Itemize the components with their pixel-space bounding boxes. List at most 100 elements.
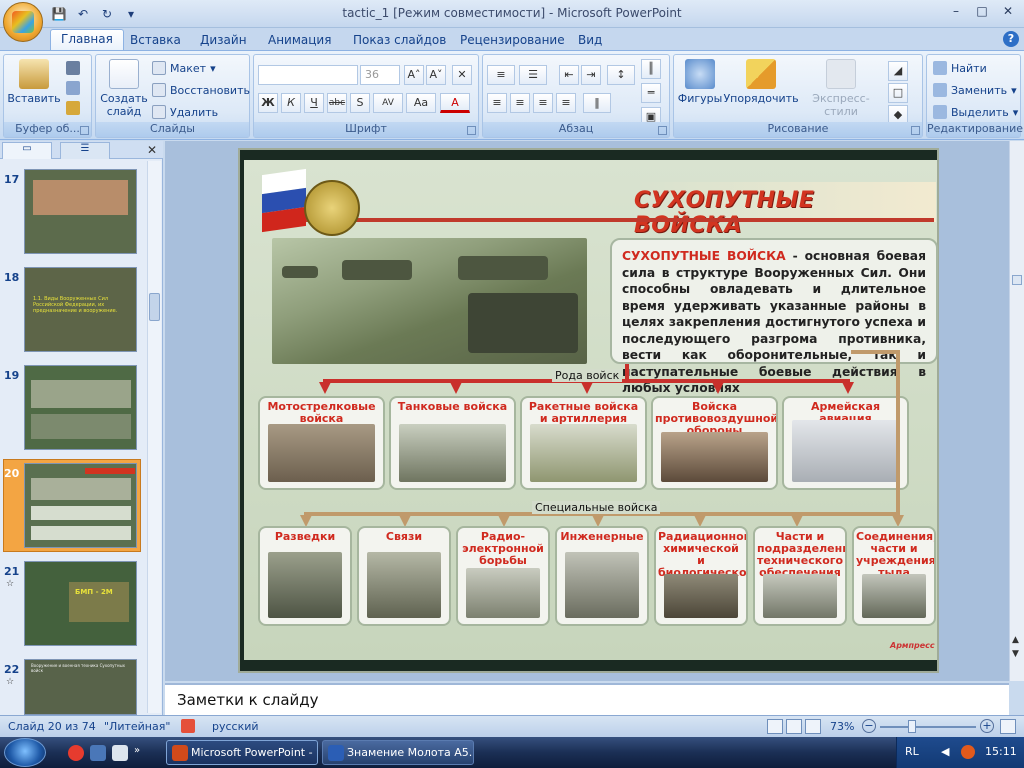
clipboard-launcher[interactable] xyxy=(80,126,89,135)
slide-title[interactable]: СУХОПУТНЫЕ ВОЙСКА xyxy=(634,188,930,238)
branch-card[interactable]: Танковые войска xyxy=(389,396,516,490)
branch-card[interactable]: Мотострелковые войска xyxy=(258,396,385,490)
arrange-button[interactable]: Упорядочить xyxy=(723,59,799,105)
fit-to-window-icon[interactable] xyxy=(1000,719,1016,734)
slide-thumbnail[interactable]: 1.1. Виды Вооруженных Сил Российской Фед… xyxy=(24,267,137,352)
justify-button[interactable]: ≡ xyxy=(556,93,576,113)
paragraph-launcher[interactable] xyxy=(658,126,667,135)
description-box[interactable]: СУХОПУТНЫЕ ВОЙСКА - основная боевая сила… xyxy=(610,238,938,395)
theme-name[interactable]: "Литейная" xyxy=(104,720,170,733)
find-button[interactable]: Найти xyxy=(933,59,987,77)
decrease-indent-button[interactable]: ⇤ xyxy=(559,65,579,85)
font-size-combo[interactable]: 36 xyxy=(360,65,400,85)
slides-tab[interactable]: ▭ xyxy=(2,142,52,159)
vk-icon[interactable] xyxy=(90,745,106,761)
change-case-button[interactable]: Aa xyxy=(406,93,436,113)
special-card[interactable]: Радио-электронной борьбы xyxy=(456,526,550,626)
layout-button[interactable]: Макет ▾ xyxy=(152,59,216,77)
special-card[interactable]: Разведки xyxy=(258,526,352,626)
next-slide-icon[interactable]: ▼ xyxy=(1012,649,1019,659)
shadow-button[interactable]: S xyxy=(350,93,370,113)
delete-slide-button[interactable]: Удалить xyxy=(152,103,218,121)
notes-pane[interactable]: Заметки к слайду xyxy=(165,683,1009,715)
clock[interactable]: 15:11 xyxy=(985,745,1017,758)
tab-review[interactable]: Рецензирование xyxy=(450,31,575,50)
text-direction-button[interactable]: ║ xyxy=(641,59,661,79)
redo-icon[interactable]: ↻ xyxy=(98,5,116,23)
language-indicator[interactable]: RL xyxy=(905,745,919,758)
normal-view-icon[interactable] xyxy=(767,719,783,734)
shape-fill-button[interactable]: ◢ xyxy=(888,61,908,81)
columns-button[interactable]: ‖ xyxy=(583,93,611,113)
network-icon[interactable] xyxy=(961,745,975,759)
shapes-button[interactable]: Фигуры xyxy=(678,59,722,105)
slides-pane-scrollbar[interactable] xyxy=(147,161,161,713)
shape-outline-button[interactable]: □ xyxy=(888,83,908,103)
opera-icon[interactable] xyxy=(68,745,84,761)
branch-card[interactable]: Войска противовоздушной обороны xyxy=(651,396,778,490)
clear-format-button[interactable]: ✕ xyxy=(452,65,472,85)
undo-icon[interactable]: ↶ xyxy=(74,5,92,23)
font-launcher[interactable] xyxy=(467,126,476,135)
tab-view[interactable]: Вид xyxy=(568,31,612,50)
scroll-thumb[interactable] xyxy=(149,293,160,321)
numbering-button[interactable]: ☰ xyxy=(519,65,547,85)
shrink-font-button[interactable]: A˅ xyxy=(426,65,446,85)
help-icon[interactable]: ? xyxy=(1003,31,1019,47)
strikethrough-button[interactable]: abc xyxy=(327,93,347,113)
bullets-button[interactable]: ≡ xyxy=(487,65,515,85)
show-desktop-icon[interactable] xyxy=(112,745,128,761)
select-button[interactable]: Выделить ▾ xyxy=(933,103,1018,121)
prev-slide-icon[interactable]: ▲ xyxy=(1012,635,1019,645)
paste-button[interactable]: Вставить xyxy=(7,59,61,105)
quick-styles-button[interactable]: Экспресс-стили xyxy=(798,59,884,118)
zoom-slider[interactable] xyxy=(880,726,976,728)
underline-button[interactable]: Ч xyxy=(304,93,324,113)
tab-animation[interactable]: Анимация xyxy=(258,31,341,50)
cut-button[interactable] xyxy=(66,59,80,77)
special-card[interactable]: Инженерные xyxy=(555,526,649,626)
increase-indent-button[interactable]: ⇥ xyxy=(581,65,601,85)
taskbar-powerpoint[interactable]: Microsoft PowerPoint - ... xyxy=(166,740,318,765)
zoom-slider-thumb[interactable] xyxy=(908,720,916,733)
scroll-thumb[interactable] xyxy=(1012,275,1022,285)
language[interactable]: русский xyxy=(212,720,259,733)
taskbar-word[interactable]: Знамение Молота А5... xyxy=(322,740,474,765)
slide-scrollbar[interactable]: ▲ ▼ xyxy=(1009,141,1024,681)
special-card[interactable]: Соединения, части и учреждения тыла xyxy=(852,526,936,626)
spellcheck-icon[interactable] xyxy=(181,719,195,733)
slideshow-view-icon[interactable] xyxy=(805,719,821,734)
new-slide-button[interactable]: Создать слайд xyxy=(100,59,148,118)
align-text-button[interactable]: ═ xyxy=(641,83,661,103)
font-color-button[interactable]: A xyxy=(440,93,470,113)
format-painter-button[interactable] xyxy=(66,99,80,117)
bold-button[interactable]: Ж xyxy=(258,93,278,113)
start-button[interactable] xyxy=(4,738,46,767)
tab-design[interactable]: Дизайн xyxy=(190,31,257,50)
slide-thumbnail[interactable] xyxy=(24,169,137,254)
office-button[interactable] xyxy=(3,2,43,42)
close-pane-icon[interactable]: ✕ xyxy=(147,143,157,157)
outline-tab[interactable]: ☰ xyxy=(60,142,110,159)
align-center-button[interactable]: ≡ xyxy=(510,93,530,113)
zoom-level[interactable]: 73% xyxy=(830,720,854,733)
volume-icon[interactable]: ◀ xyxy=(941,745,955,759)
drawing-launcher[interactable] xyxy=(911,126,920,135)
grow-font-button[interactable]: A˄ xyxy=(404,65,424,85)
slide-thumbnail[interactable] xyxy=(24,365,137,450)
font-name-combo[interactable] xyxy=(258,65,358,85)
line-spacing-button[interactable]: ↕ xyxy=(607,65,635,85)
more-icon[interactable]: » xyxy=(134,745,150,761)
zoom-in-icon[interactable]: + xyxy=(980,719,994,733)
minimize-button[interactable]: – xyxy=(944,2,968,20)
tab-home[interactable]: Главная xyxy=(50,29,124,50)
special-card[interactable]: Связи xyxy=(357,526,451,626)
close-button[interactable]: ✕ xyxy=(996,2,1020,20)
zoom-out-icon[interactable]: − xyxy=(862,719,876,733)
align-right-button[interactable]: ≡ xyxy=(533,93,553,113)
slide-thumbnail[interactable]: БМП - 2М xyxy=(24,561,137,646)
tab-slideshow[interactable]: Показ слайдов xyxy=(343,31,456,50)
copy-button[interactable] xyxy=(66,79,80,97)
char-spacing-button[interactable]: AV xyxy=(373,93,403,113)
reset-button[interactable]: Восстановить xyxy=(152,81,250,99)
